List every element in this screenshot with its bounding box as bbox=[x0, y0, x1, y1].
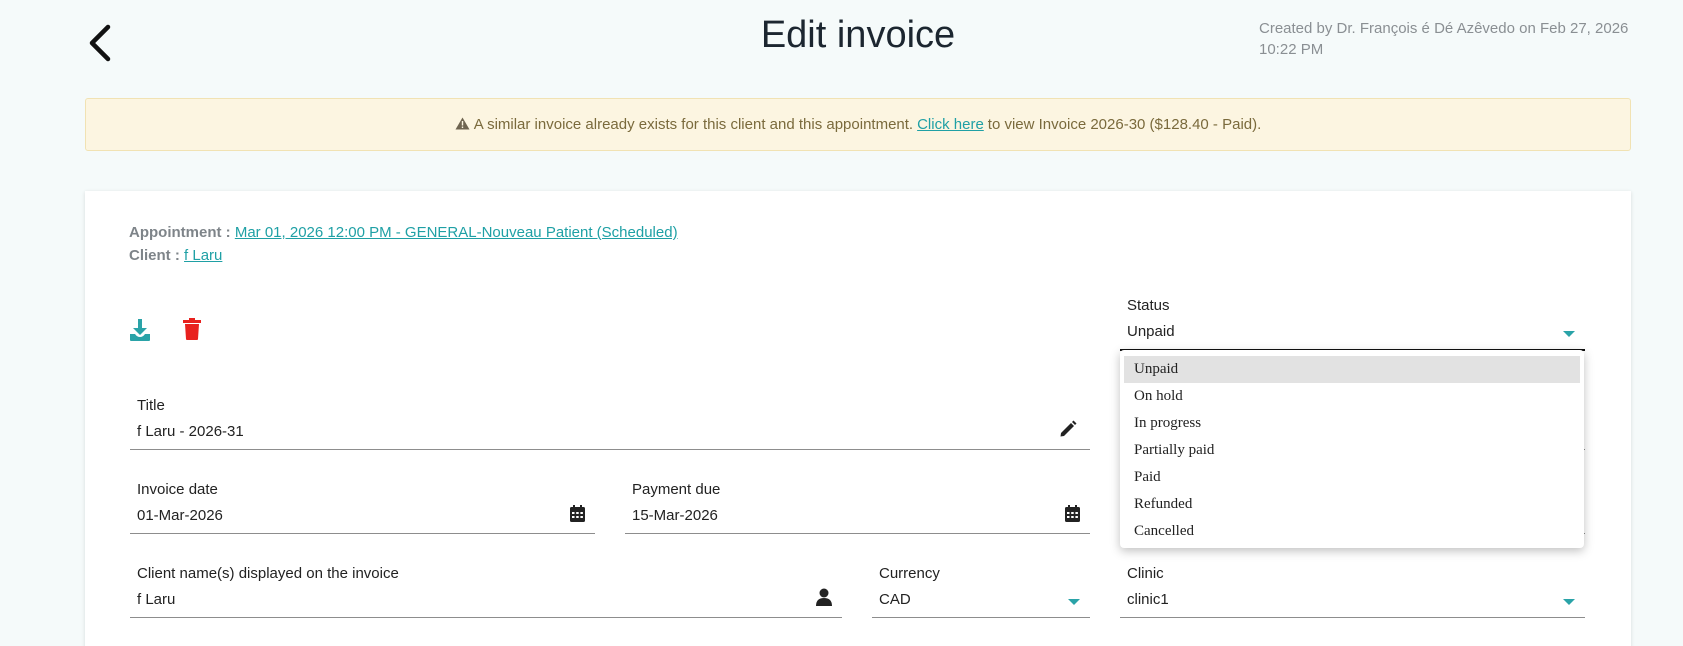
status-option-refunded[interactable]: Refunded bbox=[1124, 491, 1580, 518]
delete-button[interactable] bbox=[182, 318, 202, 345]
calendar-icon[interactable] bbox=[570, 505, 585, 527]
payment-due-field[interactable]: Payment due 15-Mar-2026 bbox=[625, 481, 1090, 534]
status-dropdown-menu: Unpaid On hold In progress Partially pai… bbox=[1120, 350, 1584, 548]
invoice-date-value: 01-Mar-2026 bbox=[137, 507, 223, 524]
client-names-label: Client name(s) displayed on the invoice bbox=[137, 565, 399, 582]
status-option-partially-paid[interactable]: Partially paid bbox=[1124, 437, 1580, 464]
created-by-info: Created by Dr. François é Dé Azêvedo on … bbox=[1259, 18, 1629, 60]
clinic-value: clinic1 bbox=[1127, 591, 1169, 608]
caret-down-icon bbox=[1563, 331, 1575, 337]
client-info: Client : f Laru bbox=[129, 247, 222, 264]
client-names-field[interactable]: Client name(s) displayed on the invoice … bbox=[130, 565, 842, 618]
calendar-icon[interactable] bbox=[1065, 505, 1080, 527]
appointment-info: Appointment : Mar 01, 2026 12:00 PM - GE… bbox=[129, 224, 678, 241]
caret-down-icon bbox=[1563, 599, 1575, 605]
status-option-cancelled[interactable]: Cancelled bbox=[1124, 518, 1580, 545]
view-existing-invoice-link[interactable]: Click here bbox=[917, 116, 984, 133]
download-button[interactable] bbox=[129, 318, 151, 347]
alert-text: A similar invoice already exists for thi… bbox=[473, 116, 914, 133]
payment-due-label: Payment due bbox=[632, 481, 721, 498]
status-option-in-progress[interactable]: In progress bbox=[1124, 410, 1580, 437]
appointment-link[interactable]: Mar 01, 2026 12:00 PM - GENERAL-Nouveau … bbox=[235, 224, 678, 241]
appointment-label: Appointment : bbox=[129, 224, 231, 241]
status-select[interactable]: Status Unpaid bbox=[1120, 297, 1585, 351]
status-label: Status bbox=[1127, 297, 1170, 314]
title-value: f Laru - 2026-31 bbox=[137, 423, 244, 440]
download-icon bbox=[130, 319, 150, 341]
duplicate-invoice-alert: A similar invoice already exists for thi… bbox=[85, 98, 1631, 151]
title-field[interactable]: Title f Laru - 2026-31 bbox=[130, 397, 1090, 450]
payment-due-value: 15-Mar-2026 bbox=[632, 507, 718, 524]
client-link[interactable]: f Laru bbox=[184, 247, 222, 264]
trash-icon bbox=[183, 318, 201, 340]
status-option-unpaid[interactable]: Unpaid bbox=[1124, 356, 1580, 383]
person-icon bbox=[816, 588, 832, 611]
status-option-paid[interactable]: Paid bbox=[1124, 464, 1580, 491]
currency-select[interactable]: Currency CAD bbox=[872, 565, 1090, 618]
status-option-on-hold[interactable]: On hold bbox=[1124, 383, 1580, 410]
alert-text-after: to view Invoice 2026-30 ($128.40 - Paid)… bbox=[987, 116, 1262, 133]
clinic-select[interactable]: Clinic clinic1 bbox=[1120, 565, 1585, 618]
status-value: Unpaid bbox=[1127, 323, 1175, 340]
created-by-line: Created by Dr. François é Dé Azêvedo on … bbox=[1259, 20, 1629, 37]
clinic-label: Clinic bbox=[1127, 565, 1164, 582]
created-time-line: 10:22 PM bbox=[1259, 41, 1324, 58]
warning-icon bbox=[455, 117, 470, 133]
title-label: Title bbox=[137, 397, 165, 414]
client-label: Client : bbox=[129, 247, 180, 264]
pencil-icon[interactable] bbox=[1059, 420, 1077, 443]
client-names-value: f Laru bbox=[137, 591, 176, 608]
currency-value: CAD bbox=[879, 591, 911, 608]
currency-label: Currency bbox=[879, 565, 940, 582]
caret-down-icon bbox=[1068, 599, 1080, 605]
invoice-date-field[interactable]: Invoice date 01-Mar-2026 bbox=[130, 481, 595, 534]
invoice-date-label: Invoice date bbox=[137, 481, 218, 498]
